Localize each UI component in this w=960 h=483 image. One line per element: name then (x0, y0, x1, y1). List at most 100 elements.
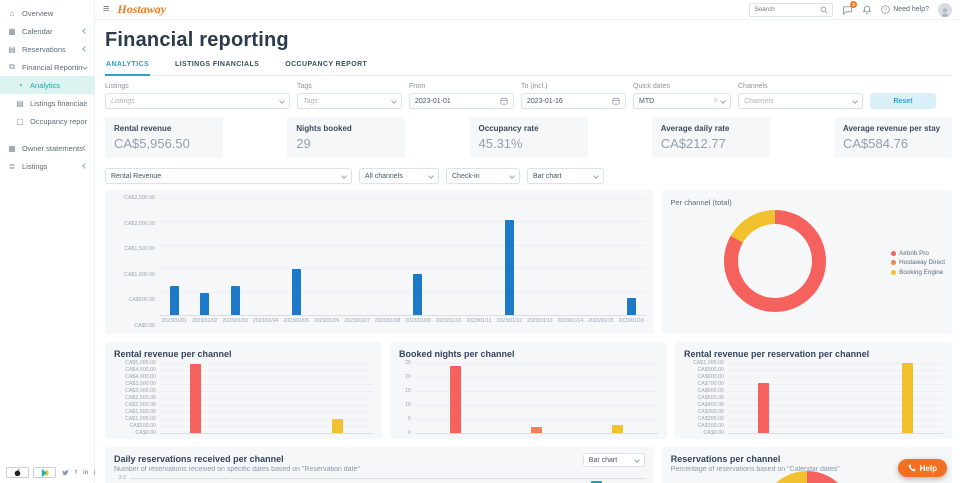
hamburger-menu-icon[interactable]: ≡ (103, 4, 109, 15)
chart-type-select[interactable]: Bar chart (527, 168, 604, 184)
tags-select[interactable]: Tags (297, 93, 402, 109)
chevron-left-icon (82, 28, 88, 34)
listings-select[interactable]: Listings (105, 93, 290, 109)
bar-slot (516, 478, 548, 483)
kpi-rental-revenue: Rental revenue CA$5,956.50 (105, 117, 223, 158)
y-tick-label: CA$100.00 (697, 423, 724, 429)
from-date-input[interactable]: 2023-01-01 (409, 93, 514, 109)
bell-icon (862, 5, 872, 14)
tab-occupancy-report[interactable]: OCCUPANCY REPORT (284, 58, 368, 76)
bar-slot (159, 198, 189, 315)
bar-slot (800, 363, 872, 433)
kpi-occupancy-rate: Occupancy rate 45.31% (469, 117, 588, 158)
y-tick-label: CA$1,500.00 (124, 246, 155, 253)
search-input[interactable] (754, 6, 821, 13)
bar-slot (227, 478, 259, 483)
panel-title: Rental revenue per channel (114, 349, 232, 359)
linkedin-icon[interactable]: in (83, 470, 88, 476)
y-tick-label: 3.0 (118, 475, 126, 481)
x-tick-label: 2023/01/14 (557, 317, 584, 324)
daily-chart-type-value: Bar chart (588, 456, 618, 464)
tab-analytics[interactable]: ANALYTICS (105, 58, 151, 76)
bar-slot (311, 198, 341, 315)
date-basis-select[interactable]: Check-in (446, 168, 520, 184)
y-tick-label: 5 (408, 416, 411, 422)
y-tick-label: CA$800.00 (697, 374, 724, 380)
bar (504, 220, 514, 315)
sidebar-item-occupancy-report[interactable]: ▢ Occupancy report (0, 112, 94, 130)
topbar: ≡ Hostaway 2 ? Need help? (95, 0, 960, 20)
daily-chart-type-select[interactable]: Bar chart (582, 453, 645, 467)
bar-slot (162, 478, 194, 483)
sidebar-item-analytics[interactable]: ◔ Analytics (0, 76, 94, 94)
metric-select[interactable]: Rental Revenue (105, 168, 352, 184)
plot-area (415, 363, 658, 434)
channels-placeholder: Channels (744, 97, 774, 105)
google-play-badge[interactable] (33, 467, 56, 478)
to-date-input[interactable]: 2023-01-16 (521, 93, 626, 109)
sidebar-item-calendar[interactable]: ▦ Calendar (0, 22, 94, 40)
quick-dates-select[interactable]: MTD × (633, 93, 731, 109)
need-help-label: Need help? (893, 6, 929, 13)
tags-placeholder: Tags (303, 97, 318, 105)
to-date-filter: To (incl.) 2023-01-16 (521, 83, 626, 109)
channels-scope-select[interactable]: All channels (359, 168, 439, 184)
facebook-icon[interactable]: f (75, 470, 77, 476)
bar-slot (160, 363, 231, 433)
clear-icon[interactable]: × (713, 97, 718, 105)
y-tick-label: CA$1,000.00 (125, 416, 156, 422)
app-store-badge[interactable] (6, 467, 29, 478)
avatar[interactable] (938, 2, 952, 17)
legend-item[interactable]: Booking Engine (891, 269, 945, 276)
bar-slot (291, 478, 323, 483)
bar (612, 424, 623, 433)
from-date-filter: From 2023-01-01 (409, 83, 514, 109)
notifications-button[interactable] (862, 5, 872, 15)
x-tick-label: 2023/01/02 (191, 317, 218, 324)
help-button[interactable]: Help (897, 459, 947, 477)
need-help-button[interactable]: ? Need help? (881, 5, 929, 14)
bottom-charts-row: Daily reservations received per channel … (105, 447, 952, 483)
sidebar-item-reservations[interactable]: ▤ Reservations (0, 40, 94, 58)
reset-button[interactable]: Reset (870, 93, 936, 109)
sidebar-item-listings-financials[interactable]: ▤ Listings financials (0, 94, 94, 112)
main-area: ≡ Hostaway 2 ? Need help? (95, 0, 960, 483)
booked-nights-per-channel-chart: 25 20 15 10 5 0 (399, 360, 658, 436)
sidebar-item-overview[interactable]: ⌂ Overview (0, 4, 94, 22)
panel-title: Rental revenue per reservation per chann… (684, 349, 870, 359)
kpi-average-revenue-per-stay: Average revenue per stay CA$584.76 (834, 117, 952, 158)
tab-bar: ANALYTICS LISTINGS FINANCIALS OCCUPANCY … (105, 58, 952, 76)
search-box[interactable] (749, 2, 834, 17)
bar (200, 293, 210, 315)
sidebar-item-label: Occupancy report (30, 116, 87, 126)
legend-item[interactable]: Hostaway Direct (891, 259, 945, 266)
bars (728, 363, 943, 433)
chevron-down-icon (391, 98, 397, 104)
tab-listings-financials[interactable]: LISTINGS FINANCIALS (174, 58, 260, 76)
bar-slot (464, 198, 494, 315)
chevron-left-icon (82, 145, 88, 151)
messages-button[interactable]: 2 (842, 0, 858, 15)
sidebar-item-owner-statements[interactable]: ▦ Owner statements (0, 139, 94, 157)
y-tick-label: CA$4,500.00 (125, 367, 156, 373)
bar-slot (355, 478, 387, 483)
bar-slot (586, 198, 616, 315)
google-play-icon (41, 468, 49, 477)
from-date-label: From (409, 83, 426, 90)
channels-select[interactable]: Channels (738, 93, 863, 109)
question-circle-icon: ? (881, 5, 890, 14)
kpi-value: 29 (296, 136, 311, 151)
hostaway-logo: Hostaway (117, 2, 167, 16)
sidebar-item-listings[interactable]: ≣ Listings (0, 157, 94, 175)
y-tick-label: CA$900.00 (697, 367, 724, 373)
twitter-icon[interactable] (62, 469, 69, 476)
chevron-left-icon (82, 46, 88, 52)
listings-placeholder: Listings (111, 97, 135, 105)
content: Financial reporting ANALYTICS LISTINGS F… (95, 29, 960, 483)
sidebar-item-label: Calendar (22, 26, 53, 36)
legend-item[interactable]: Airbnb Pro (891, 250, 945, 257)
bar-slot (728, 363, 800, 433)
channels-scope-value: All channels (365, 172, 403, 180)
sidebar-item-financial-reporting[interactable]: ⧉ Financial Reporting (0, 58, 94, 76)
y-tick-label: CA$500.00 (129, 423, 156, 429)
